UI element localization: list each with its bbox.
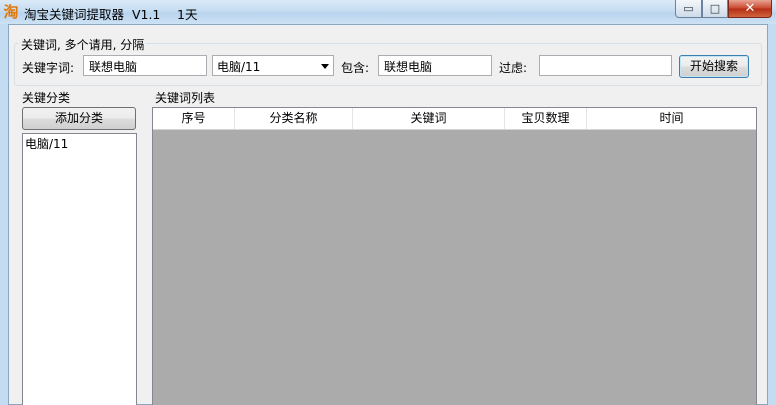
add-category-button[interactable]: 添加分类 [22,107,136,130]
filter-input[interactable] [539,55,672,76]
table-header: 序号 分类名称 关键词 宝贝数理 时间 [153,108,756,130]
window-title: 淘宝关键词提取器 V1.1 [24,7,161,22]
include-input[interactable]: 联想电脑 [378,55,492,76]
minimize-button[interactable]: ▭ [675,0,702,18]
minimize-icon: ▭ [683,2,694,15]
keyword-group-legend: 关键词, 多个请用, 分隔 [19,36,147,53]
app-icon: 淘 [3,3,19,21]
start-search-button[interactable]: 开始搜索 [679,55,749,78]
close-button[interactable]: ✕ [728,0,772,18]
keyword-label: 关键字词: [22,61,75,75]
column-header-time[interactable]: 时间 [587,108,756,129]
keyword-table[interactable]: 序号 分类名称 关键词 宝贝数理 时间 [152,107,757,405]
column-header-category[interactable]: 分类名称 [235,108,353,129]
column-header-item-count[interactable]: 宝贝数理 [505,108,587,129]
keyword-input[interactable]: 联想电脑 [83,55,207,76]
category-select-value: 电脑/11 [217,60,261,74]
column-header-index[interactable]: 序号 [153,108,235,129]
category-select[interactable]: 电脑/11 [212,55,334,76]
chevron-down-icon [321,64,329,69]
maximize-button[interactable]: □ [702,0,728,18]
window-frame-right[interactable] [768,24,776,405]
keyword-list-title: 关键词列表 [155,91,216,105]
window-title-extra: 1天 [177,7,198,22]
maximize-icon: □ [709,2,721,15]
window-frame-left [0,24,8,405]
title-bar: 淘 淘宝关键词提取器 V1.1 1天 ▭ □ ✕ [0,0,776,24]
column-header-keyword[interactable]: 关键词 [353,108,505,129]
include-label: 包含: [341,61,370,75]
category-panel-title: 关键分类 [22,91,71,105]
filter-label: 过虑: [499,61,528,75]
close-icon: ✕ [744,1,756,16]
client-area: 关键词, 多个请用, 分隔 关键字词: 联想电脑 电脑/11 包含: 联想电脑 … [8,24,768,405]
category-list[interactable]: 电脑/11 [22,133,137,405]
list-item[interactable]: 电脑/11 [23,134,136,153]
